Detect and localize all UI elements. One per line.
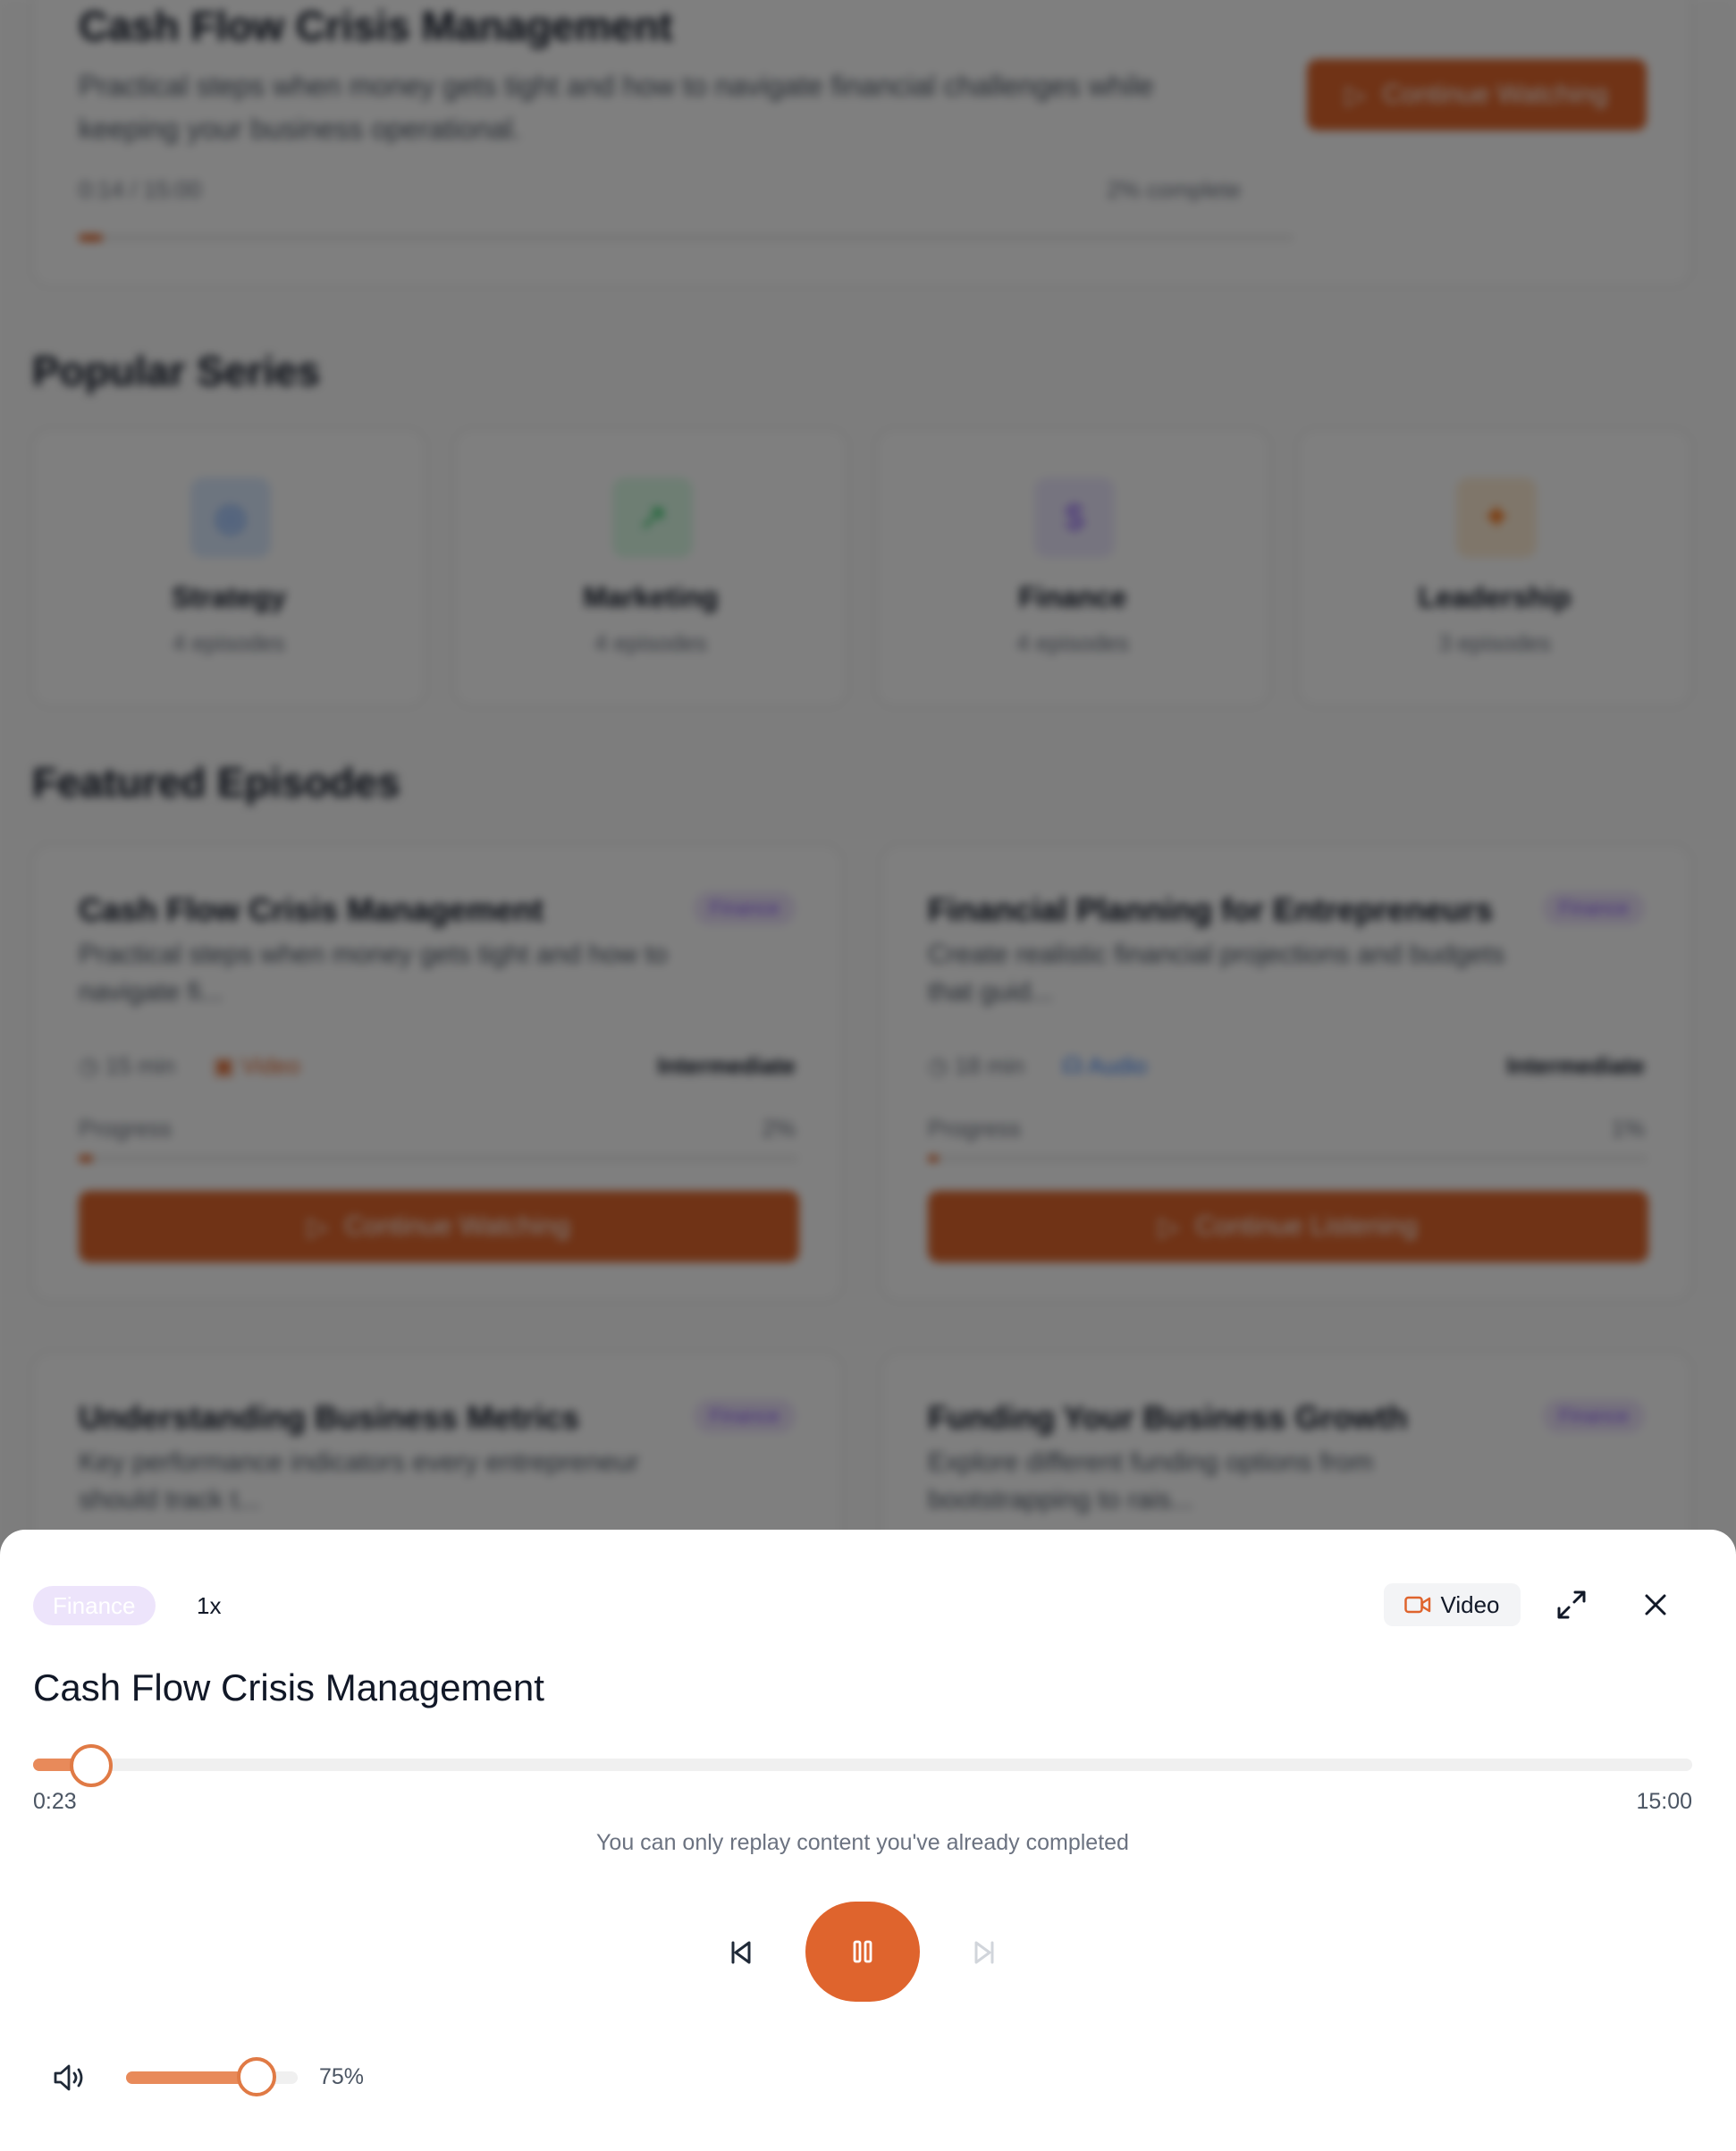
close-button[interactable] <box>1636 1585 1675 1624</box>
volume-percent-label: 75% <box>319 2064 365 2089</box>
playback-progress-slider[interactable] <box>33 1744 1692 1787</box>
media-type-label: Video <box>1440 1590 1500 1618</box>
skip-forward-icon <box>974 1941 994 1964</box>
expand-icon <box>1557 1590 1586 1619</box>
next-button[interactable] <box>965 1933 1004 1972</box>
media-player-sheet: Finance 1x Video Cash Flow Crisis Manage… <box>0 1530 1736 2151</box>
video-camera-icon <box>1404 1596 1431 1614</box>
playback-speed-button[interactable]: 1x <box>197 1586 221 1625</box>
pause-icon <box>853 1940 872 1963</box>
playback-progress-thumb[interactable] <box>69 1744 113 1787</box>
play-pause-button[interactable] <box>805 1902 920 2002</box>
volume-button[interactable] <box>49 2058 88 2097</box>
volume-slider[interactable] <box>126 2057 298 2096</box>
volume-fill <box>126 2071 255 2084</box>
replay-restriction-note: You can only replay content you've alrea… <box>596 1830 1129 1855</box>
skip-back-icon <box>731 1941 751 1964</box>
close-icon <box>1645 1594 1666 1615</box>
speaker-icon <box>54 2064 83 2091</box>
previous-button[interactable] <box>721 1933 761 1972</box>
player-title: Cash Flow Crisis Management <box>33 1666 544 1708</box>
category-badge: Finance <box>33 1586 156 1625</box>
media-type-toggle-button[interactable]: Video <box>1384 1583 1521 1626</box>
volume-thumb[interactable] <box>237 2057 276 2096</box>
fullscreen-button[interactable] <box>1552 1585 1591 1624</box>
time-total: 15:00 <box>1636 1789 1692 1814</box>
time-elapsed: 0:23 <box>33 1789 77 1814</box>
